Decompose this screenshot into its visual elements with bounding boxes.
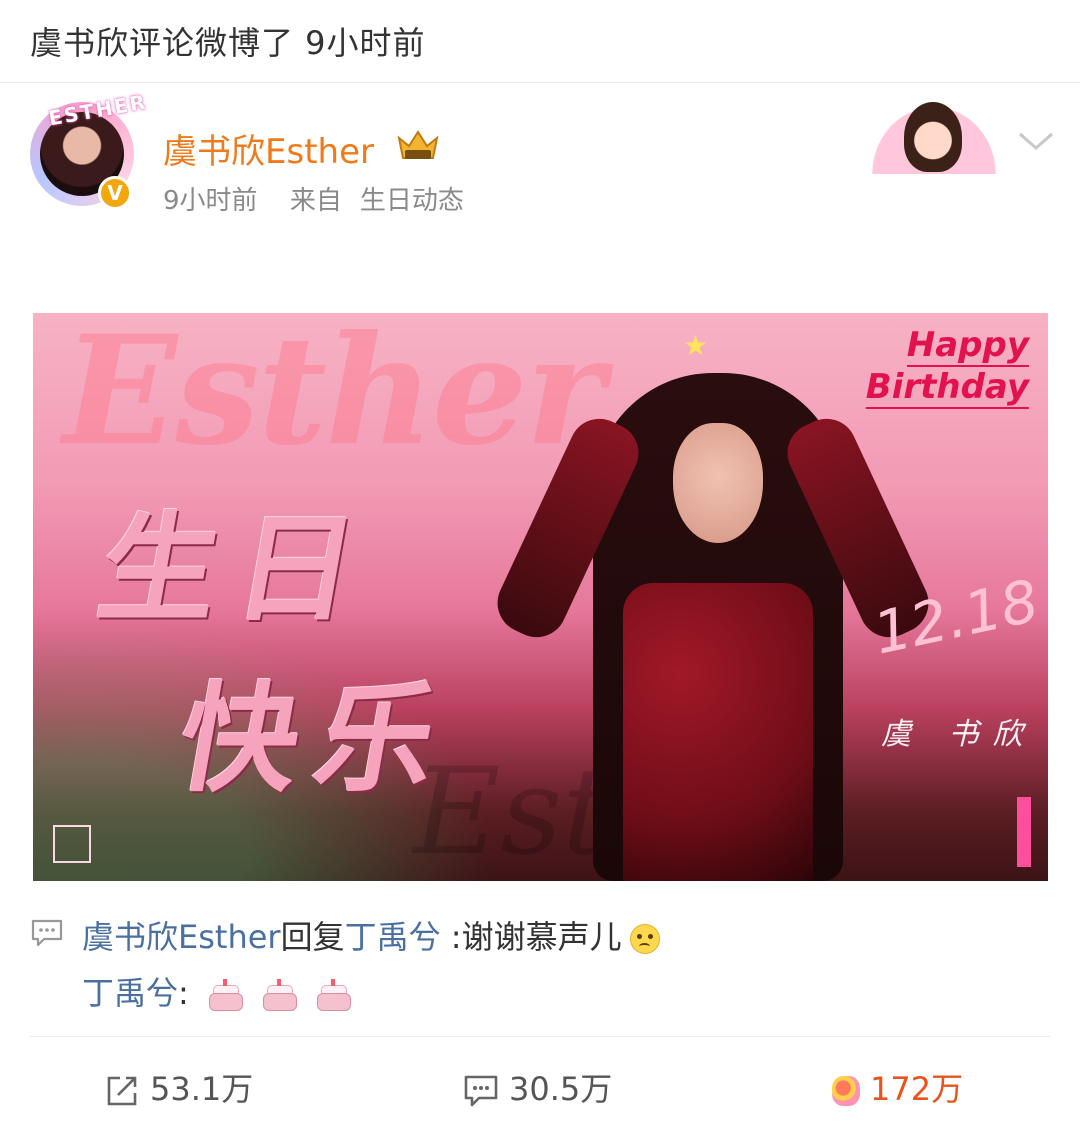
like-button[interactable]: 172万 — [832, 1064, 963, 1110]
repost-icon — [107, 1076, 137, 1106]
star-icon: ★ — [683, 329, 709, 362]
post-time: 9小时前 — [163, 186, 258, 216]
reply-from-user[interactable]: 虞书欣Esther — [82, 918, 281, 956]
reply-verb: 回复 — [280, 918, 345, 956]
quoted-comment: 丁禹兮: — [82, 968, 352, 1014]
post-source-prefix: 来自 — [289, 186, 342, 216]
cake-icon — [207, 979, 243, 1011]
quoted-sep: : — [178, 974, 189, 1012]
activity-title: 虞书欣评论微博了 9小时前 — [30, 24, 426, 62]
chevron-down-icon[interactable] — [1016, 126, 1056, 156]
banner-title-line1: 生日 — [88, 500, 386, 638]
like-icon — [832, 1076, 860, 1106]
like-count: 172万 — [870, 1070, 964, 1108]
quoted-user[interactable]: 丁禹兮 — [82, 974, 178, 1012]
post-image[interactable]: Esther Esther 生日 快乐 ★ Happy Birthday 12.… — [33, 313, 1048, 881]
divider — [30, 1036, 1050, 1037]
birthday-text: Birthday — [865, 367, 1029, 409]
avatar[interactable]: ESTHER V — [30, 90, 149, 212]
happy-text: Happy — [906, 325, 1029, 367]
reply-text: :谢谢慕声儿 — [450, 918, 622, 956]
banner-square-deco — [53, 825, 91, 863]
repost-button[interactable]: 53.1万 — [104, 1064, 253, 1110]
reply-to-user[interactable]: 丁禹兮 — [345, 918, 441, 956]
banner-name: 虞 书欣 — [881, 717, 1037, 752]
vip-crown-icon — [397, 130, 439, 159]
banner-title-line2: 快乐 — [168, 670, 466, 808]
reply-line: 虞书欣Esther回复丁禹兮 :谢谢慕声儿 — [30, 910, 1050, 960]
post-meta: 9小时前 来自 生日动态 — [163, 180, 482, 217]
happy-birthday-text: Happy Birthday — [833, 325, 1029, 409]
post-source[interactable]: 生日动态 — [360, 186, 464, 216]
verified-badge-icon: V — [98, 176, 132, 210]
repost-count: 53.1万 — [150, 1070, 254, 1108]
banner-bar-deco — [1017, 797, 1031, 867]
comment-button[interactable]: 30.5万 — [463, 1064, 612, 1110]
banner-portrait — [487, 373, 939, 881]
cake-icon — [261, 979, 298, 1011]
comment-bubble-icon — [31, 919, 63, 947]
author-name[interactable]: 虞书欣Esther — [163, 124, 374, 173]
decoration-figure — [904, 102, 962, 172]
cake-icon — [315, 979, 352, 1011]
action-bar: 53.1万 30.5万 172万 — [0, 1038, 1080, 1130]
sad-face-icon — [629, 924, 660, 954]
comment-icon — [464, 1075, 498, 1107]
banner-bg-word: Esther — [63, 313, 605, 479]
top-bar: 虞书欣评论微博了 9小时前 — [0, 0, 1080, 83]
card-decoration — [862, 96, 1006, 174]
comment-count: 30.5万 — [509, 1070, 613, 1108]
